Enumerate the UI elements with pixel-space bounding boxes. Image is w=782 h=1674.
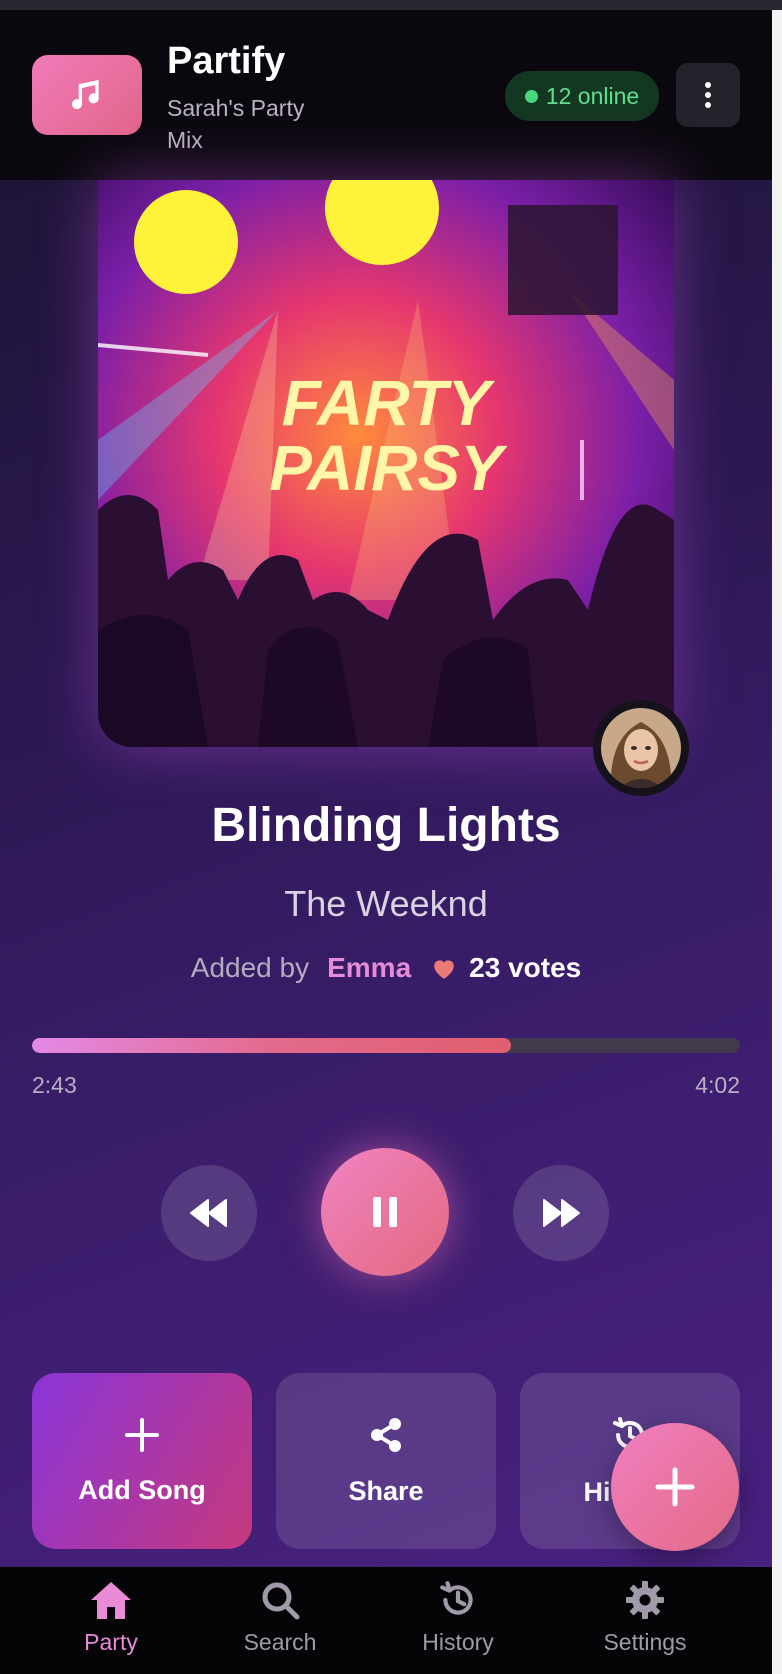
added-by-avatar[interactable] — [593, 700, 689, 796]
next-button[interactable] — [513, 1165, 609, 1261]
fast-forward-icon — [543, 1199, 580, 1227]
plus-icon — [125, 1417, 159, 1452]
gear-icon — [626, 1581, 664, 1619]
song-title: Blinding Lights — [211, 799, 561, 852]
online-status-badge: 12 online — [505, 71, 659, 121]
online-dot-icon — [524, 89, 538, 103]
nav-item-search[interactable]: Search — [200, 1579, 360, 1656]
previous-button[interactable] — [161, 1165, 257, 1261]
play-pause-button[interactable] — [321, 1148, 449, 1276]
album-art-text-1: FARTY — [282, 367, 496, 439]
window-top-strip — [0, 0, 782, 10]
album-art-text-2: PAIRSY — [269, 432, 508, 504]
nav-item-settings[interactable]: Settings — [565, 1579, 725, 1656]
artist-name: The Weeknd — [284, 883, 488, 924]
nav-label-history: History — [422, 1629, 494, 1655]
avatar-image — [601, 708, 681, 788]
added-by-name[interactable]: Emma — [327, 952, 411, 984]
elapsed-time: 2:43 — [32, 1072, 77, 1098]
history-icon — [440, 1581, 473, 1615]
nav-label-search: Search — [243, 1629, 317, 1655]
added-by-label: Added by — [190, 952, 310, 983]
share-label: Share — [348, 1475, 424, 1506]
progress-bar[interactable] — [32, 1038, 740, 1053]
home-icon — [91, 1582, 131, 1619]
search-icon — [262, 1582, 300, 1620]
album-art: FARTY PAIRSY — [98, 180, 674, 747]
add-song-label: Add Song — [78, 1474, 206, 1505]
plus-icon — [655, 1467, 695, 1507]
scrollbar-track[interactable] — [772, 10, 782, 1674]
nav-label-settings: Settings — [603, 1629, 687, 1655]
total-time: 4:02 — [695, 1072, 740, 1098]
vote-count: 23 votes — [469, 952, 582, 983]
app-logo — [32, 55, 142, 135]
nav-label-party: Party — [84, 1629, 138, 1655]
music-note-icon — [72, 80, 99, 110]
app-screen: Partify Sarah's Party Mix 12 online FART… — [0, 10, 772, 1674]
heart-icon[interactable] — [431, 956, 457, 980]
nav-item-history[interactable]: History — [378, 1579, 538, 1656]
add-song-button[interactable]: Add Song — [32, 1373, 252, 1549]
more-menu-button[interactable] — [676, 63, 740, 127]
app-name: Partify — [167, 40, 286, 82]
progress-fill — [32, 1038, 512, 1053]
track-meta: Added by Emma 23 votes — [0, 952, 772, 984]
header: Partify Sarah's Party Mix 12 online — [0, 10, 772, 180]
rewind-icon — [190, 1199, 227, 1227]
share-button[interactable]: Share — [276, 1373, 496, 1549]
add-floating-button[interactable] — [611, 1423, 739, 1551]
pause-icon — [373, 1197, 397, 1227]
bottom-navigation: Party Search History Settings — [0, 1567, 772, 1674]
more-vertical-icon — [705, 82, 711, 108]
party-name: Sarah's Party Mix — [167, 95, 305, 153]
online-count: 12 online — [545, 82, 640, 109]
share-icon — [371, 1417, 401, 1452]
nav-item-party[interactable]: Party — [31, 1579, 191, 1656]
